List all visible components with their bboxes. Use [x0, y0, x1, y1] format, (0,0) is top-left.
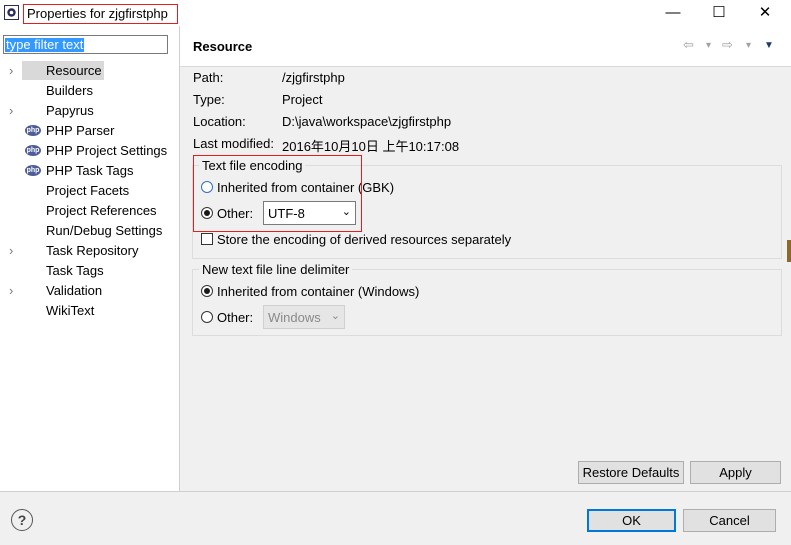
apply-button[interactable]: Apply	[690, 461, 781, 484]
delimiter-select[interactable]: Windows ⌄	[263, 305, 345, 329]
php-icon: php	[25, 125, 41, 136]
sidebar-item-php-parser[interactable]: php PHP Parser	[0, 121, 178, 141]
type-label: Type:	[193, 92, 225, 107]
close-button[interactable]: ✕	[742, 0, 788, 26]
type-value: Project	[282, 92, 323, 107]
expand-chevron-icon[interactable]: ›	[9, 243, 19, 258]
sidebar-item-label: Builders	[46, 83, 93, 98]
sidebar-item-resource[interactable]: › Resource	[0, 61, 178, 81]
delimiter-other-radio[interactable]	[201, 311, 213, 323]
sidebar-item-project-references[interactable]: Project References	[0, 201, 178, 221]
location-label: Location:	[193, 114, 246, 129]
location-value: D:\java\workspace\zjgfirstphp	[282, 114, 452, 129]
sidebar-item-papyrus[interactable]: › Papyrus	[0, 101, 178, 121]
last-modified-value: 2016年10月10日 上午10:17:08	[282, 139, 460, 154]
sidebar-item-run-debug-settings[interactable]: Run/Debug Settings	[0, 221, 178, 241]
ok-button[interactable]: OK	[587, 509, 676, 532]
sidebar-item-builders[interactable]: Builders	[0, 81, 178, 101]
help-icon[interactable]: ?	[11, 509, 33, 531]
sidebar-item-label: Task Tags	[46, 263, 104, 278]
delimiter-select-value: Windows	[268, 310, 321, 325]
forward-dropdown-icon[interactable]: ▾	[746, 40, 751, 51]
path-value: /zjgfirstphp	[282, 70, 345, 85]
sidebar-item-label: Run/Debug Settings	[46, 223, 163, 238]
path-label: Path:	[193, 70, 224, 85]
highlight-box	[193, 155, 362, 232]
window-title: Properties for zjgfirstphp	[23, 4, 178, 24]
sidebar-item-label: Resource	[46, 63, 102, 78]
page-title: Resource	[193, 39, 253, 54]
sidebar-item-task-repository[interactable]: › Task Repository	[0, 241, 178, 261]
sidebar-item-label: PHP Parser	[46, 123, 115, 138]
delimiter-inherited-label[interactable]: Inherited from container (Windows)	[217, 284, 419, 299]
php-icon: php	[25, 145, 41, 156]
sidebar-item-label: Task Repository	[46, 243, 139, 258]
sidebar-item-label: Project References	[46, 203, 157, 218]
last-modified-label: Last modified:	[193, 136, 274, 151]
sidebar-item-php-task-tags[interactable]: php PHP Task Tags	[0, 161, 178, 181]
minimize-button[interactable]: —	[650, 0, 696, 26]
back-dropdown-icon[interactable]: ▾	[706, 40, 711, 51]
php-icon: php	[25, 165, 41, 176]
background-window-edge	[787, 240, 791, 262]
sidebar-item-label: Validation	[46, 283, 103, 298]
expand-chevron-icon[interactable]: ›	[9, 63, 19, 78]
store-derived-checkbox[interactable]	[201, 233, 213, 245]
view-menu-icon[interactable]: ▼	[764, 40, 774, 51]
page-header	[180, 26, 791, 66]
sidebar-item-label: Papyrus	[46, 103, 94, 118]
sidebar-item-label: WikiText	[46, 303, 95, 318]
sidebar-item-validation[interactable]: › Validation	[0, 281, 178, 301]
filter-input-text[interactable]: type filter text	[5, 38, 85, 52]
chevron-down-icon: ⌄	[330, 310, 340, 322]
forward-icon[interactable]: ⇨	[722, 37, 733, 53]
sidebar-item-project-facets[interactable]: Project Facets	[0, 181, 178, 201]
sidebar-item-php-project-settings[interactable]: php PHP Project Settings	[0, 141, 178, 161]
app-icon	[4, 5, 19, 20]
sidebar-item-label: Project Facets	[46, 183, 130, 198]
expand-chevron-icon[interactable]: ›	[9, 103, 19, 118]
delimiter-other-label[interactable]: Other:	[217, 310, 253, 325]
store-derived-label[interactable]: Store the encoding of derived resources …	[217, 232, 511, 247]
sidebar-item-label: PHP Task Tags	[46, 163, 134, 178]
maximize-button[interactable]: ☐	[696, 0, 742, 26]
line-delimiter-group-title: New text file line delimiter	[199, 262, 353, 277]
expand-chevron-icon[interactable]: ›	[9, 283, 19, 298]
back-icon[interactable]: ⇦	[683, 37, 694, 53]
restore-defaults-button[interactable]: Restore Defaults	[578, 461, 684, 484]
sidebar-item-wikitext[interactable]: WikiText	[0, 301, 178, 321]
cancel-button[interactable]: Cancel	[683, 509, 776, 532]
sidebar-item-label: PHP Project Settings	[46, 143, 168, 158]
delimiter-inherited-radio[interactable]	[201, 285, 213, 297]
sidebar-item-task-tags[interactable]: Task Tags	[0, 261, 178, 281]
